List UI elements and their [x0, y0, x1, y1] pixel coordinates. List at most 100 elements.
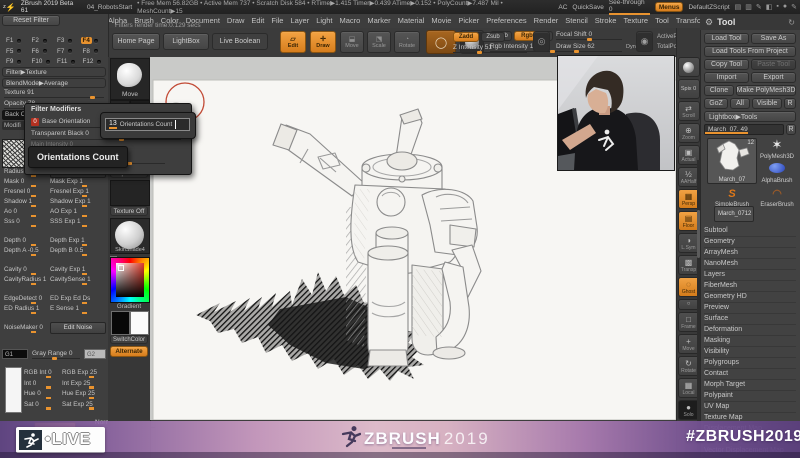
color-mod-row[interactable]: RGB Int 0RGB Exp 25: [24, 368, 108, 379]
blendmode-selector[interactable]: BlendMode▶Average: [2, 78, 106, 88]
filter-slider-row[interactable]: Depth A -0.5Depth B 0.5: [4, 246, 106, 256]
bpr-icon[interactable]: BPR: [678, 57, 700, 77]
eraserbrush-thumb[interactable]: ◠ EraserBrush: [758, 184, 796, 204]
fkey-dot-icon[interactable]: [97, 60, 101, 64]
user-icon[interactable]: ●: [783, 3, 787, 11]
fkey-cell[interactable]: F6: [30, 47, 56, 57]
tool-section-item[interactable]: Geometry HD: [704, 292, 796, 303]
draw-button[interactable]: ✛ Draw: [310, 31, 336, 53]
fkey-cell[interactable]: F7: [55, 47, 81, 57]
secondary-color-swatch[interactable]: [130, 311, 149, 335]
load-tool-button[interactable]: Load Tool: [704, 33, 749, 44]
tool-slider-r-button[interactable]: R: [786, 124, 796, 135]
color-mod-row[interactable]: Int 0Int Exp 25: [24, 379, 108, 390]
import-button[interactable]: Import: [704, 72, 749, 83]
fkey-cell[interactable]: F9: [4, 57, 30, 67]
goz-visible-button[interactable]: Visible: [752, 98, 782, 109]
active-tool-slider[interactable]: March_07. 49: [704, 124, 784, 135]
tool-section-item[interactable]: NanoMesh: [704, 259, 796, 270]
fkey-dot-icon[interactable]: [94, 49, 98, 53]
tool-section-item[interactable]: Subtool: [704, 226, 796, 237]
texture-off-button[interactable]: Texture Off: [110, 206, 148, 216]
fkey-cell[interactable]: F2: [30, 36, 56, 46]
tool-section-item[interactable]: Surface: [704, 314, 796, 325]
tool-section-item[interactable]: Polypaint: [704, 391, 796, 402]
menu-item[interactable]: Macro: [339, 16, 360, 25]
clone-button[interactable]: Clone: [704, 85, 734, 96]
g2-swatch[interactable]: G2: [84, 349, 106, 359]
stroke-modifier-button[interactable]: ◎: [533, 31, 550, 52]
tool-section-item[interactable]: Visibility: [704, 347, 796, 358]
filter-slider-row[interactable]: Sss 0SSS Exp 1: [4, 217, 106, 227]
divider-icon[interactable]: ▥: [745, 3, 752, 11]
active-tool-thumb[interactable]: 12 March_07: [707, 138, 757, 184]
menu-item[interactable]: File: [271, 16, 283, 25]
active-brush-thumb[interactable]: Move: [110, 58, 150, 100]
fkey-dot-icon[interactable]: [17, 60, 21, 64]
menu-item[interactable]: Light: [316, 16, 332, 25]
fkey-dot-icon[interactable]: [43, 39, 47, 43]
menu-item[interactable]: Stroke: [595, 16, 617, 25]
fkey-dot-icon[interactable]: [68, 39, 72, 43]
texture-thumb[interactable]: [110, 180, 150, 206]
fkey-dot-icon[interactable]: [68, 49, 72, 53]
export-button[interactable]: Export: [751, 72, 796, 83]
fkey-cell[interactable]: F5: [4, 47, 30, 57]
sculptris-pro-button[interactable]: ◯: [426, 30, 456, 54]
filter-slider-row[interactable]: EdgeDetect 0ED Exp Ed Ds: [4, 294, 106, 304]
tool-section-item[interactable]: Polygroups: [704, 358, 796, 369]
brushes-icon[interactable]: ✎: [756, 3, 762, 11]
default-zscript-button[interactable]: DefaultZScript: [688, 4, 729, 11]
tool-section-item[interactable]: Masking: [704, 336, 796, 347]
palette-icon[interactable]: ◧: [766, 3, 773, 11]
fkey-cell[interactable]: F12: [81, 57, 107, 67]
home-page-button[interactable]: Home Page: [112, 33, 160, 50]
filter-color-swatch[interactable]: [5, 367, 22, 413]
fkey-dot-icon[interactable]: [17, 39, 21, 43]
draw-size-slider[interactable]: Draw Size 62: [556, 43, 622, 52]
pen-icon[interactable]: ✎: [791, 3, 797, 11]
zoom-icon[interactable]: ⊕Zoom: [678, 123, 700, 143]
tool-section-item[interactable]: Preview: [704, 303, 796, 314]
lightbox-button[interactable]: LightBox: [163, 33, 209, 50]
filter-slider-row[interactable]: CavityRadius 1CavitySense 1: [4, 275, 106, 285]
focal-shift-slider[interactable]: Focal Shift 0: [556, 31, 622, 40]
goz-all-button[interactable]: All: [730, 98, 750, 109]
move-button[interactable]: ⬓ Move: [340, 31, 364, 53]
reset-filter-button[interactable]: Reset Filter: [2, 15, 60, 26]
fkey-dot-icon[interactable]: [17, 49, 21, 53]
filter-slider-row[interactable]: NoiseMaker 0Edit Noise: [4, 323, 106, 333]
live-boolean-button[interactable]: Live Boolean: [212, 33, 268, 50]
rotate-button[interactable]: ◔ Rotate: [394, 31, 420, 53]
tool-section-item[interactable]: UV Map: [704, 402, 796, 413]
gray-range-slider[interactable]: Gray Range 0: [32, 350, 80, 359]
spix-slider[interactable]: Spix 0: [678, 79, 700, 99]
goz-r-button[interactable]: R: [784, 98, 796, 109]
copy-tool-button[interactable]: Copy Tool: [704, 59, 749, 70]
polymesh3d-thumb[interactable]: ✶ PolyMesh3D: [758, 136, 796, 158]
base-orientation-slider[interactable]: Base Orientation: [42, 118, 90, 125]
menu-item[interactable]: Marker: [367, 16, 390, 25]
filter-slider-row[interactable]: ED Radius 1E Sense 1: [4, 304, 106, 314]
fkey-dot-icon[interactable]: [71, 60, 75, 64]
fkey-dot-icon[interactable]: [46, 60, 50, 64]
tool-section-item[interactable]: Deformation: [704, 325, 796, 336]
menu-item[interactable]: Material: [398, 16, 425, 25]
filter-selector[interactable]: Filter▶Texture: [2, 67, 106, 77]
menu-item[interactable]: Tool: [655, 16, 669, 25]
lock-icon[interactable]: ▪: [776, 3, 778, 11]
filter-slider-row[interactable]: Depth 0Depth Exp 1: [4, 236, 106, 246]
make-polymesh3d-button[interactable]: Make PolyMesh3D: [736, 85, 796, 96]
fkey-cell[interactable]: F3: [55, 36, 81, 46]
g1-swatch[interactable]: G1: [2, 349, 28, 359]
filter-slider-row[interactable]: Fresnel 0Fresnel Exp 1: [4, 187, 106, 197]
see-through-slider[interactable]: See-through 0: [609, 0, 650, 15]
load-tools-from-project-button[interactable]: Load Tools From Project: [704, 46, 796, 57]
color-mod-row[interactable]: Hue 0Hue Exp 25: [24, 389, 108, 400]
filter-slider-row[interactable]: Shadow 1Shadow Exp 1: [4, 197, 106, 207]
tool-section-item[interactable]: ArrayMesh: [704, 248, 796, 259]
quicksave-button[interactable]: QuickSave: [572, 4, 603, 11]
filter-slider-row[interactable]: Cavity 0Cavity Exp 1: [4, 265, 106, 275]
menu-item[interactable]: Layer: [290, 16, 309, 25]
z-intensity-slider[interactable]: Z Intensity 51: [453, 44, 527, 53]
